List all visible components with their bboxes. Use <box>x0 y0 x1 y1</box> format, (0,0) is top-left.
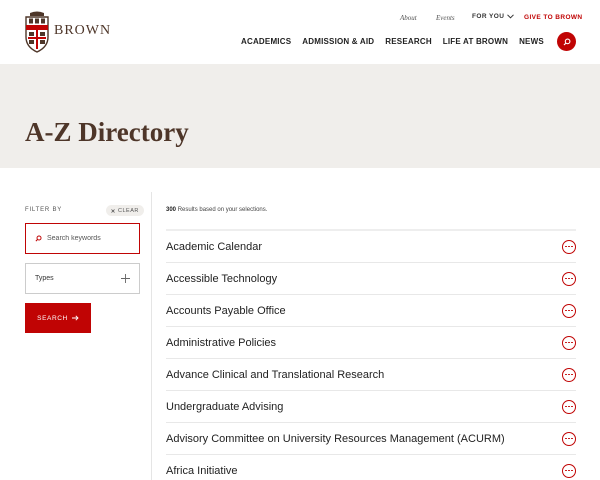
nav-admission-aid[interactable]: ADMISSION & AID <box>302 37 374 46</box>
header-search-button[interactable] <box>557 32 576 51</box>
more-icon[interactable] <box>562 271 576 286</box>
nav-research[interactable]: RESEARCH <box>385 37 432 46</box>
list-item[interactable]: Advisory Committee on University Resourc… <box>166 423 576 455</box>
shield-logo-icon <box>25 11 49 53</box>
results-count-text: Results based on your selections. <box>177 207 268 213</box>
result-title[interactable]: Undergraduate Advising <box>166 401 283 413</box>
result-title[interactable]: Advisory Committee on University Resourc… <box>166 433 505 445</box>
events-link[interactable]: Events <box>436 14 455 22</box>
filter-by-label: FILTER BY <box>25 207 63 213</box>
more-icon[interactable] <box>562 399 576 414</box>
logo-wordmark: BROWN <box>54 23 112 38</box>
results-count: 300 Results based on your selections. <box>166 207 267 213</box>
result-title[interactable]: Academic Calendar <box>166 241 262 253</box>
main-nav: ACADEMICS ADMISSION & AID RESEARCH LIFE … <box>241 37 544 46</box>
list-item[interactable]: Accessible Technology <box>166 263 576 295</box>
page-hero: A-Z Directory <box>0 64 600 168</box>
list-item[interactable]: Academic Calendar <box>166 231 576 263</box>
types-filter-toggle[interactable]: Types <box>25 263 140 294</box>
list-item[interactable]: Africa Initiative <box>166 455 576 480</box>
page-title: A-Z Directory <box>25 117 189 147</box>
close-icon <box>111 208 115 213</box>
give-to-brown-link[interactable]: GIVE TO BROWN <box>524 14 583 21</box>
result-list: Academic Calendar Accessible Technology … <box>166 231 576 480</box>
nav-academics[interactable]: ACADEMICS <box>241 37 291 46</box>
more-icon[interactable] <box>562 431 576 446</box>
more-icon[interactable] <box>562 239 576 254</box>
chevron-down-icon <box>507 14 515 19</box>
nav-life-at-brown[interactable]: LIFE AT BROWN <box>443 37 508 46</box>
more-icon[interactable] <box>562 367 576 382</box>
more-icon[interactable] <box>562 463 576 478</box>
search-icon <box>563 38 570 45</box>
sidebar-divider <box>151 192 152 480</box>
for-you-dropdown[interactable]: FOR YOU <box>472 13 515 20</box>
keyword-search-input[interactable] <box>47 235 137 242</box>
results-number: 300 <box>166 207 177 213</box>
clear-label: CLEAR <box>118 207 139 214</box>
result-title[interactable]: Accessible Technology <box>166 273 277 285</box>
more-icon[interactable] <box>562 303 576 318</box>
for-you-label: FOR YOU <box>472 13 505 20</box>
search-submit-button[interactable]: SEARCH <box>25 303 91 333</box>
search-icon <box>35 235 42 242</box>
clear-filters-button[interactable]: CLEAR <box>106 205 144 216</box>
arrow-right-icon <box>71 315 79 321</box>
list-item[interactable]: Accounts Payable Office <box>166 295 576 327</box>
nav-news[interactable]: NEWS <box>519 37 544 46</box>
result-title[interactable]: Administrative Policies <box>166 337 276 349</box>
types-label: Types <box>35 275 54 282</box>
about-link[interactable]: About <box>400 14 417 22</box>
result-title[interactable]: Advance Clinical and Translational Resea… <box>166 369 384 381</box>
result-title[interactable]: Accounts Payable Office <box>166 305 286 317</box>
list-item[interactable]: Undergraduate Advising <box>166 391 576 423</box>
keyword-search-field[interactable] <box>25 223 140 254</box>
brown-logo[interactable]: BROWN <box>24 11 111 53</box>
list-item[interactable]: Advance Clinical and Translational Resea… <box>166 359 576 391</box>
list-item[interactable]: Administrative Policies <box>166 327 576 359</box>
result-title[interactable]: Africa Initiative <box>166 465 238 477</box>
search-submit-label: SEARCH <box>37 314 68 322</box>
more-icon[interactable] <box>562 335 576 350</box>
site-header: BROWN About Events FOR YOU GIVE TO BROWN… <box>0 0 600 64</box>
plus-icon <box>121 274 130 283</box>
